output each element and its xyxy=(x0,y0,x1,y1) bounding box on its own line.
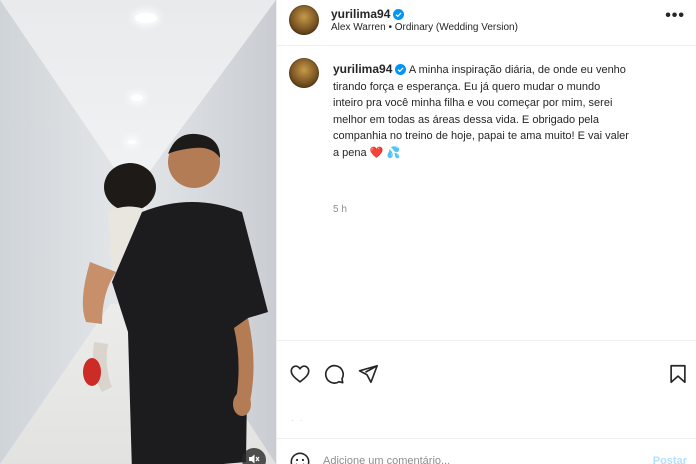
verified-badge-icon xyxy=(393,9,405,20)
sweat-droplets-emoji: 💦 xyxy=(386,146,401,159)
post-media[interactable] xyxy=(0,0,276,464)
audio-title: Ordinary (Wedding Version) xyxy=(394,22,518,33)
emoji-icon[interactable] xyxy=(289,451,311,464)
username-link[interactable]: yurilima94 xyxy=(333,62,392,76)
comment-composer: Adicione um comentário... Postar xyxy=(277,438,696,464)
bookmark-icon[interactable] xyxy=(667,363,689,385)
comment-icon[interactable] xyxy=(323,363,345,385)
speaker-muted-icon xyxy=(249,454,260,464)
post-comment-button[interactable]: Postar xyxy=(653,455,687,464)
more-options-icon[interactable]: ••• xyxy=(665,7,685,25)
username-link[interactable]: yurilima94 xyxy=(331,7,390,21)
audio-line[interactable]: Alex Warren • Ordinary (Wedding Version) xyxy=(331,22,518,33)
ceiling-light xyxy=(131,95,143,101)
avatar[interactable] xyxy=(289,5,319,35)
post-timestamp[interactable]: 5 h xyxy=(333,204,347,215)
verified-badge-icon xyxy=(395,64,407,75)
post-details-panel: yurilima94 Alex Warren • Ordinary (Weddi… xyxy=(276,0,696,464)
heart-icon[interactable] xyxy=(289,363,311,385)
action-bar xyxy=(277,340,696,410)
author-line: yurilima94 xyxy=(331,5,405,23)
ceiling-light xyxy=(135,13,157,23)
send-icon[interactable] xyxy=(357,363,379,385)
audio-artist: Alex Warren xyxy=(331,22,386,33)
heart-emoji: ❤️ xyxy=(369,146,384,159)
caption-text-block: yurilima94 A minha inspiração diária, de… xyxy=(333,61,629,161)
post-header: yurilima94 Alex Warren • Ordinary (Weddi… xyxy=(277,0,696,46)
audio-separator: • xyxy=(388,22,392,33)
man-carrying-child xyxy=(82,133,268,464)
likes-placeholder: · · xyxy=(291,416,305,425)
comment-input[interactable]: Adicione um comentário... xyxy=(323,455,450,464)
caption-text: A minha inspiração diária, de onde eu ve… xyxy=(333,64,629,159)
avatar[interactable] xyxy=(289,58,319,88)
